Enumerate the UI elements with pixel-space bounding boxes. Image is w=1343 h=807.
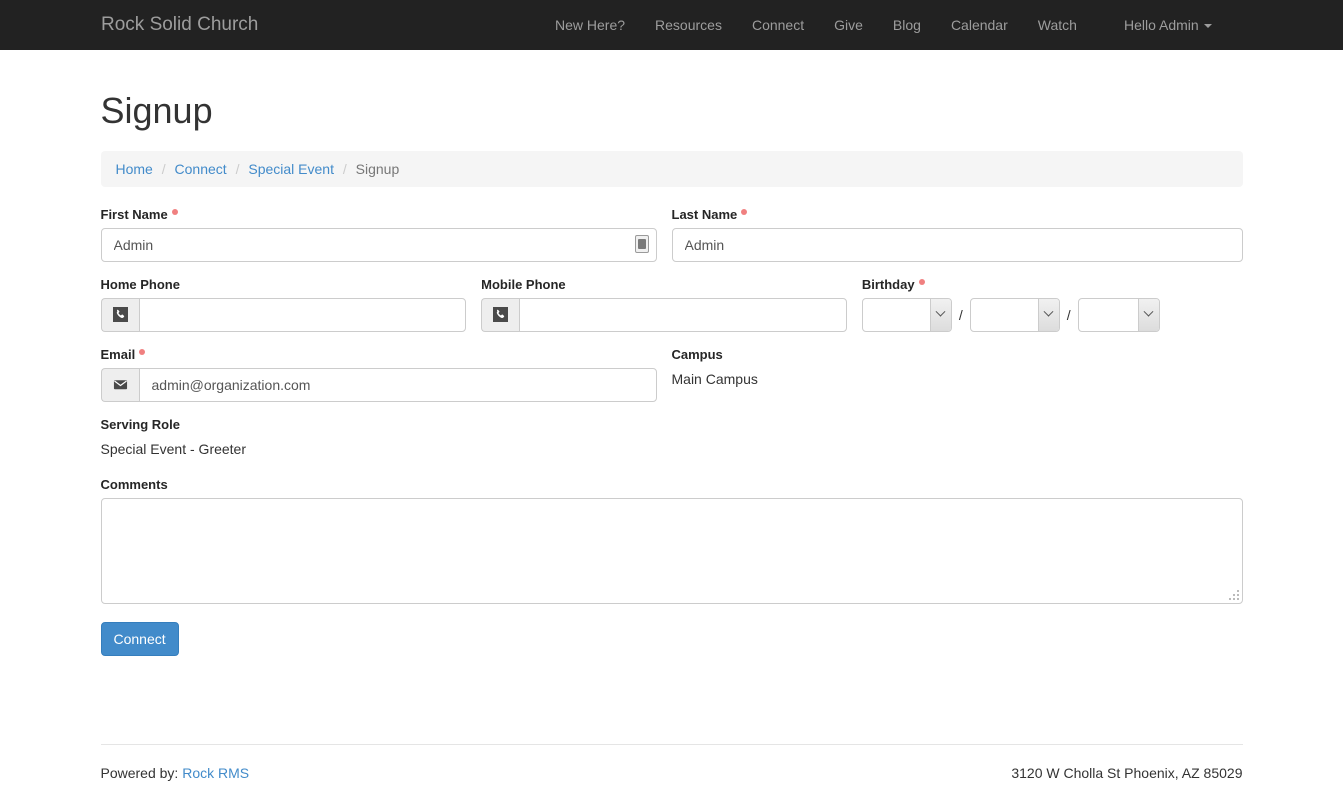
- name-row: First Name Last Name: [101, 207, 1243, 277]
- chevron-down-icon: [1204, 24, 1212, 28]
- serving-role-group: Serving Role Special Event - Greeter: [101, 417, 672, 477]
- primary-nav: New Here? Resources Connect Give Blog Ca…: [540, 0, 1092, 50]
- birthday-label: Birthday: [862, 277, 1243, 293]
- nav-item-blog[interactable]: Blog: [878, 0, 936, 50]
- breadcrumb-item-signup: Signup: [356, 161, 400, 177]
- breadcrumb-item-connect[interactable]: Connect: [175, 161, 227, 177]
- first-name-group: First Name: [101, 207, 672, 277]
- envelope-icon: [101, 368, 139, 402]
- birthday-year-select[interactable]: [1078, 298, 1160, 332]
- first-name-input[interactable]: [101, 228, 657, 262]
- nav-item-calendar[interactable]: Calendar: [936, 0, 1023, 50]
- home-phone-input[interactable]: [139, 298, 467, 332]
- comments-label: Comments: [101, 477, 1243, 493]
- phone-icon: [101, 298, 139, 332]
- navbar-brand[interactable]: Rock Solid Church: [101, 0, 258, 50]
- email-input[interactable]: [139, 368, 657, 402]
- required-indicator-icon: [139, 349, 145, 355]
- top-navbar: Rock Solid Church New Here? Resources Co…: [0, 0, 1343, 50]
- email-group: Email: [101, 347, 672, 417]
- last-name-group: Last Name: [672, 207, 1243, 277]
- required-indicator-icon: [172, 209, 178, 215]
- nav-item-new-here[interactable]: New Here?: [540, 0, 640, 50]
- page-footer: Powered by: Rock RMS 3120 W Cholla St Ph…: [101, 744, 1243, 781]
- autofill-contact-icon[interactable]: [635, 235, 649, 253]
- nav-item-resources[interactable]: Resources: [640, 0, 737, 50]
- nav-item-watch[interactable]: Watch: [1023, 0, 1092, 50]
- breadcrumb-item-home[interactable]: Home: [116, 161, 153, 177]
- comments-group: Comments: [101, 477, 1243, 622]
- rock-rms-link[interactable]: Rock RMS: [182, 765, 249, 781]
- mobile-phone-group: Mobile Phone: [481, 277, 862, 347]
- required-indicator-icon: [919, 279, 925, 285]
- comments-row: Comments: [101, 477, 1243, 622]
- birthday-group: Birthday / /: [862, 277, 1243, 347]
- mobile-phone-input[interactable]: [519, 298, 847, 332]
- phone-icon: [481, 298, 519, 332]
- comments-textarea[interactable]: [101, 498, 1243, 604]
- footer-address: 3120 W Cholla St Phoenix, AZ 85029: [1011, 765, 1242, 781]
- first-name-label: First Name: [101, 207, 657, 223]
- phone-birthday-row: Home Phone Mobile Phone: [101, 277, 1243, 347]
- breadcrumb-item-special-event[interactable]: Special Event: [248, 161, 334, 177]
- campus-group: Campus Main Campus: [672, 347, 1243, 417]
- powered-by: Powered by: Rock RMS: [101, 765, 250, 781]
- birthday-day-wrap: [970, 298, 1060, 332]
- email-label: Email: [101, 347, 657, 363]
- campus-label: Campus: [672, 347, 1243, 363]
- user-menu-label: Hello Admin: [1124, 17, 1199, 33]
- page-title: Signup: [101, 91, 1243, 131]
- birthday-separator: /: [1060, 307, 1078, 323]
- breadcrumb-separator: /: [338, 161, 352, 177]
- serving-role-label: Serving Role: [101, 417, 657, 433]
- page-container: Signup Home / Connect / Special Event / …: [101, 50, 1243, 656]
- breadcrumb-separator: /: [157, 161, 171, 177]
- email-campus-row: Email Campus Main Campus: [101, 347, 1243, 417]
- powered-by-prefix: Powered by:: [101, 765, 179, 781]
- nav-item-give[interactable]: Give: [819, 0, 878, 50]
- connect-submit-button[interactable]: Connect: [101, 622, 179, 656]
- breadcrumb: Home / Connect / Special Event / Signup: [101, 151, 1243, 187]
- email-label-text: Email: [101, 347, 136, 362]
- birthday-separator: /: [952, 307, 970, 323]
- last-name-label: Last Name: [672, 207, 1243, 223]
- birthday-year-wrap: [1078, 298, 1160, 332]
- first-name-label-text: First Name: [101, 207, 168, 222]
- last-name-input[interactable]: [672, 228, 1243, 262]
- birthday-label-text: Birthday: [862, 277, 915, 292]
- required-indicator-icon: [741, 209, 747, 215]
- birthday-month-select[interactable]: [862, 298, 952, 332]
- home-phone-group: Home Phone: [101, 277, 482, 347]
- last-name-label-text: Last Name: [672, 207, 738, 222]
- user-menu-toggle[interactable]: Hello Admin: [1124, 0, 1212, 50]
- birthday-month-wrap: [862, 298, 952, 332]
- nav-item-connect[interactable]: Connect: [737, 0, 819, 50]
- home-phone-label: Home Phone: [101, 277, 467, 293]
- user-menu[interactable]: Hello Admin: [1124, 0, 1212, 50]
- mobile-phone-label: Mobile Phone: [481, 277, 847, 293]
- breadcrumb-separator: /: [231, 161, 245, 177]
- serving-role-value: Special Event - Greeter: [101, 438, 657, 459]
- campus-value: Main Campus: [672, 368, 1243, 389]
- birthday-day-select[interactable]: [970, 298, 1060, 332]
- serving-role-row: Serving Role Special Event - Greeter: [101, 417, 1243, 477]
